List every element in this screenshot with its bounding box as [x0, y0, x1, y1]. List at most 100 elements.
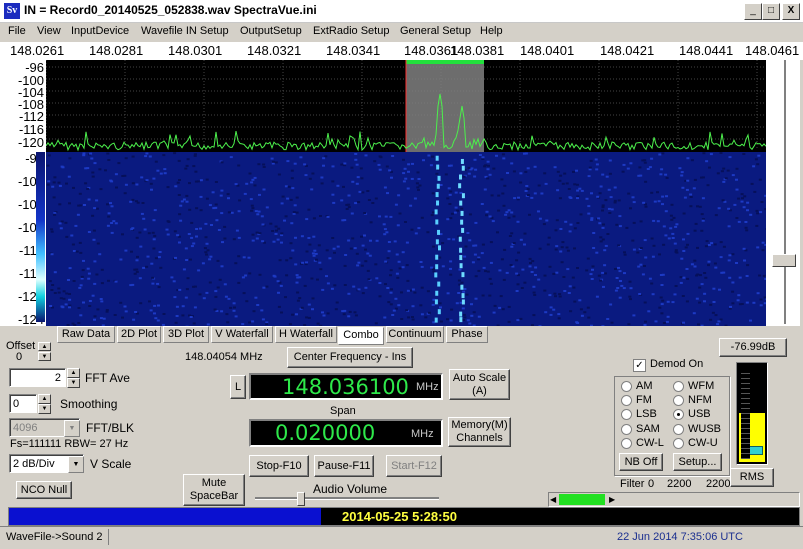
radio-wusb[interactable] [673, 424, 684, 435]
waterfall-noise-speck [361, 191, 364, 193]
fft-ave-spin-up[interactable]: ▲ [67, 368, 80, 378]
waterfall-noise-speck [718, 289, 721, 291]
tab-v-waterfall[interactable]: V Waterfall [211, 326, 273, 343]
pause-button[interactable]: Pause-F11 [314, 455, 374, 477]
waterfall-noise-speck [400, 291, 403, 293]
minimize-button[interactable]: _ [744, 3, 762, 20]
maximize-button[interactable]: □ [762, 3, 780, 20]
tab-3d-plot[interactable]: 3D Plot [163, 326, 209, 343]
waterfall-noise-speck [454, 212, 457, 214]
smoothing-spin-down[interactable]: ▼ [38, 404, 51, 414]
waterfall-noise-speck [265, 323, 268, 325]
menu-extradio-setup[interactable]: ExtRadio Setup [313, 25, 389, 37]
span-display[interactable]: 0.020000 MHz [249, 419, 443, 447]
waterfall-noise-speck [322, 157, 325, 159]
fft-blk-dropdown-icon[interactable]: ▼ [64, 420, 80, 437]
waterfall-noise-speck [63, 298, 66, 300]
waterfall-noise-speck [701, 213, 704, 215]
radio-sam[interactable] [621, 424, 632, 435]
waterfall-noise-speck [141, 213, 144, 215]
waterfall-noise-speck [94, 162, 97, 164]
close-button[interactable]: X [782, 3, 800, 20]
waterfall-noise-speck [233, 307, 236, 309]
waterfall-noise-speck [534, 192, 537, 194]
memory-channels-button[interactable]: Memory(M) Channels [448, 417, 511, 447]
radio-wfm[interactable] [673, 381, 684, 392]
filter-bandwidth-slider[interactable]: ◀ ▶ [548, 492, 800, 507]
waterfall-noise-speck [100, 317, 103, 319]
waterfall-noise-speck [397, 224, 400, 226]
smoothing-spin-up[interactable]: ▲ [38, 394, 51, 404]
demod-on-checkbox[interactable]: ✓ [633, 359, 646, 372]
tab-h-waterfall[interactable]: H Waterfall [275, 326, 337, 343]
waterfall-noise-speck [238, 199, 241, 201]
waterfall-noise-speck [663, 322, 666, 324]
vscale-dropdown-icon[interactable]: ▼ [68, 456, 84, 473]
waterfall-signal-dot [435, 291, 438, 296]
menu-general-setup[interactable]: General Setup [400, 25, 471, 37]
mode-label: SAM [636, 423, 660, 435]
setup-button[interactable]: Setup... [673, 453, 722, 471]
menu-output-setup[interactable]: OutputSetup [240, 25, 302, 37]
spectrum-waterfall-plot[interactable] [46, 60, 766, 326]
rms-button[interactable]: RMS [730, 468, 774, 487]
waterfall-noise-speck [756, 246, 759, 248]
waterfall-noise-speck [175, 322, 178, 324]
nb-off-button[interactable]: NB Off [619, 453, 663, 471]
offset-spin-down[interactable]: ▼ [38, 352, 51, 361]
center-frequency-button[interactable]: Center Frequency - Ins [287, 347, 413, 368]
waterfall-noise-speck [675, 285, 678, 287]
fft-ave-input[interactable]: 2 [9, 368, 66, 387]
waterfall-noise-speck [291, 314, 294, 316]
offset-spin-up[interactable]: ▲ [38, 342, 51, 351]
waterfall-noise-speck [383, 317, 386, 319]
radio-fm[interactable] [621, 395, 632, 406]
tab-raw-data[interactable]: Raw Data [57, 326, 115, 343]
start-button[interactable]: Start-F12 [386, 455, 442, 477]
waterfall-noise-speck [649, 166, 652, 168]
waterfall-noise-speck [256, 304, 259, 306]
radio-usb[interactable] [673, 409, 684, 420]
level-slider-thumb[interactable] [772, 254, 796, 267]
tab-2d-plot[interactable]: 2D Plot [117, 326, 161, 343]
slider-right-arrow-icon[interactable]: ▶ [609, 495, 615, 504]
menu-input-device[interactable]: InputDevice [71, 25, 129, 37]
waterfall-noise-speck [430, 267, 433, 269]
tab-phase[interactable]: Phase [446, 326, 488, 343]
radio-nfm[interactable] [673, 395, 684, 406]
tab-combo[interactable]: Combo [338, 327, 384, 345]
waterfall-noise-speck [451, 213, 454, 215]
waterfall-noise-speck [616, 277, 619, 279]
fft-ave-spin-down[interactable]: ▼ [67, 378, 80, 388]
waterfall-noise-speck [218, 229, 221, 231]
waterfall-noise-speck [720, 241, 723, 243]
center-frequency-display[interactable]: 148.036100 MHz [249, 373, 443, 400]
menu-help[interactable]: Help [480, 25, 503, 37]
waterfall-noise-speck [100, 300, 103, 302]
playback-progress[interactable]: 2014-05-25 5:28:50 [8, 507, 800, 526]
auto-scale-button[interactable]: Auto Scale (A) [449, 369, 510, 400]
filter-passband-indicator[interactable] [559, 494, 605, 505]
waterfall-noise-speck [130, 251, 133, 253]
waterfall-noise-speck [345, 204, 348, 206]
slider-left-arrow-icon[interactable]: ◀ [550, 495, 556, 504]
menu-file[interactable]: File [8, 25, 26, 37]
waterfall-noise-speck [575, 321, 578, 323]
waterfall-noise-speck [398, 261, 401, 263]
radio-lsb[interactable] [621, 409, 632, 420]
stop-button[interactable]: Stop-F10 [249, 455, 309, 477]
radio-am[interactable] [621, 381, 632, 392]
radio-cw-l[interactable] [621, 438, 632, 449]
radio-cw-u[interactable] [673, 438, 684, 449]
tab-continuum[interactable]: Continuum [386, 326, 444, 343]
l-button[interactable]: L [230, 375, 246, 399]
audio-volume-thumb[interactable] [297, 492, 305, 506]
waterfall-noise-speck [627, 323, 630, 325]
waterfall-noise-speck [189, 259, 192, 261]
smoothing-input[interactable]: 0 [9, 394, 37, 413]
menu-wavefile-in-setup[interactable]: Wavefile IN Setup [141, 25, 229, 37]
mute-button[interactable]: Mute SpaceBar [183, 474, 245, 506]
menu-view[interactable]: View [37, 25, 61, 37]
waterfall-noise-speck [708, 167, 711, 169]
nco-null-button[interactable]: NCO Null [16, 481, 72, 499]
